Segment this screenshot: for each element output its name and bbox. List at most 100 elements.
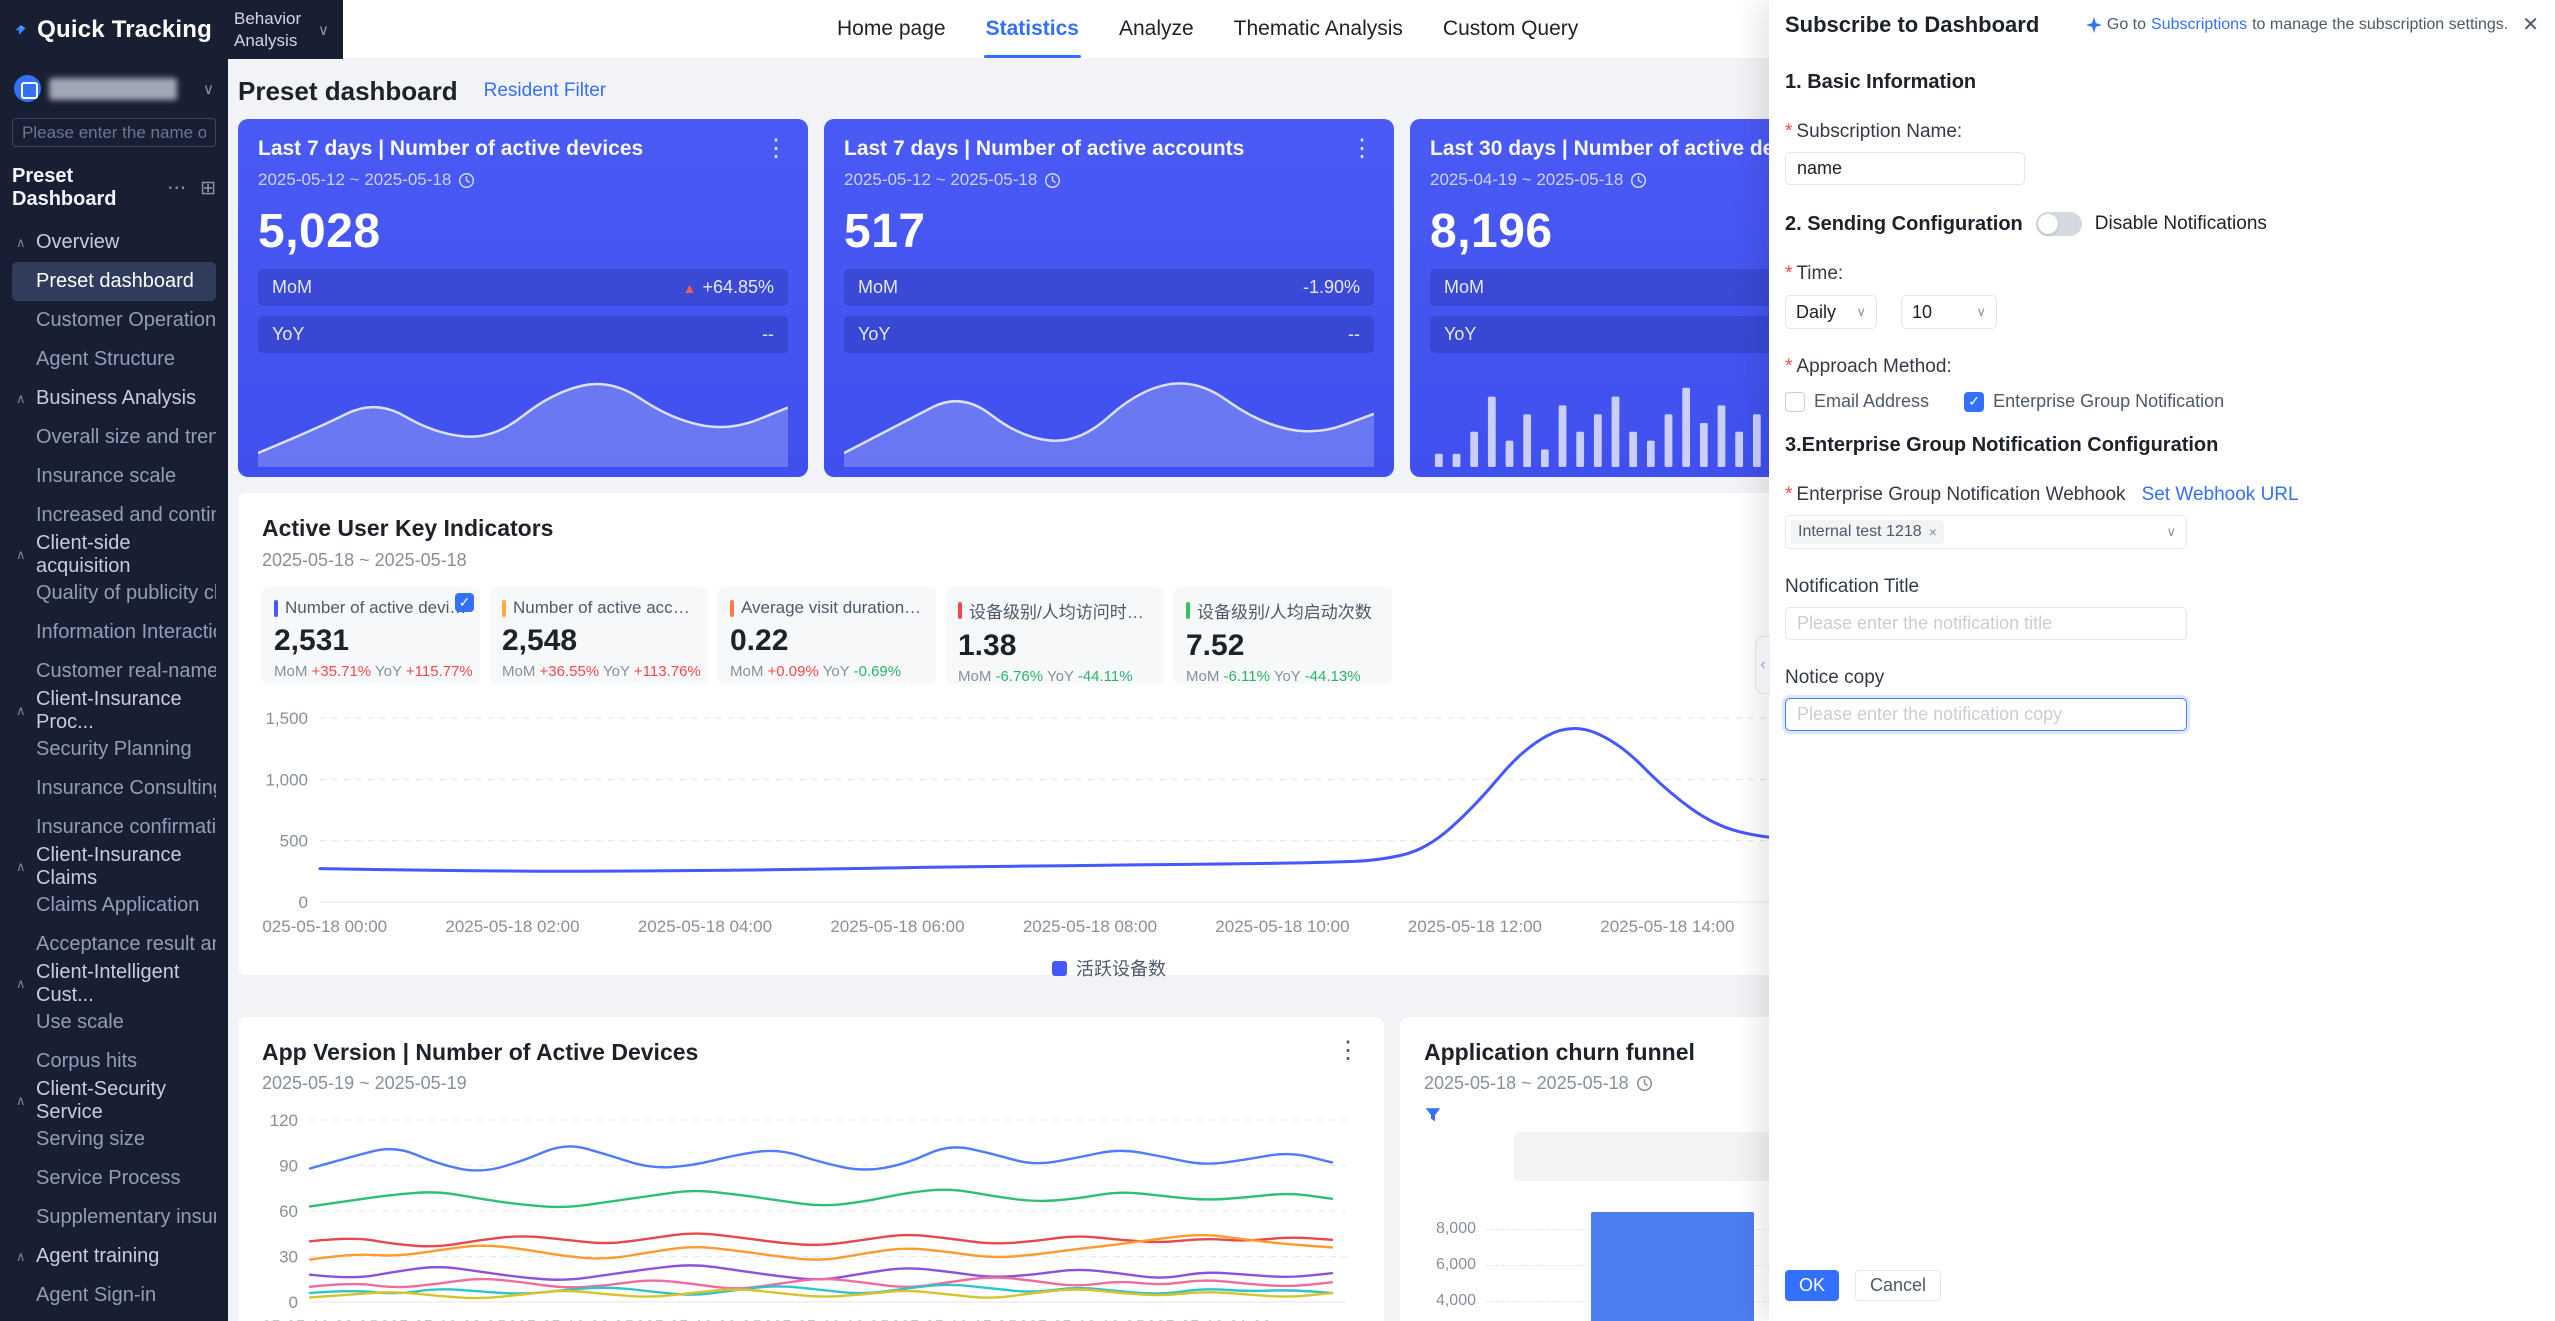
tree-item-overall-size-and-trends[interactable]: Overall size and trends: [12, 418, 216, 457]
kebab-menu-icon[interactable]: ⋮: [1336, 1039, 1360, 1063]
nav-thematic-analysis[interactable]: Thematic Analysis: [1232, 0, 1405, 58]
tree-node-client-insurance-claims[interactable]: ∧Client-Insurance Claims: [12, 847, 216, 886]
webhook-label: *Enterprise Group Notification Webhook: [1785, 484, 2126, 506]
subscription-name-input[interactable]: [1785, 152, 2025, 185]
workspace-avatar: [14, 75, 41, 102]
ok-button[interactable]: OK: [1785, 1270, 1839, 1301]
close-icon[interactable]: ✕: [2522, 12, 2539, 37]
caret-up-icon: ∧: [16, 1249, 36, 1265]
stat-card-date-range: 2025-05-12 ~ 2025-05-18: [258, 170, 788, 190]
kpi-card-[interactable]: 设备级别/人均启动次数7.52MoM -6.11% YoY -44.13%: [1174, 587, 1392, 684]
tree-node-client-intelligent-cust[interactable]: ∧Client-Intelligent Cust...: [12, 964, 216, 1003]
cancel-button[interactable]: Cancel: [1855, 1270, 1941, 1301]
kpi-label: Average visit duration (minutes): [741, 598, 924, 618]
chart-legend[interactable]: 活跃设备数: [262, 955, 1956, 981]
svg-text:2025-05-18 04:00: 2025-05-18 04:00: [638, 917, 772, 936]
tree-item-customer-operations[interactable]: Customer Operations: [12, 301, 216, 340]
yoy-row: YoY--: [844, 316, 1374, 353]
funnel-ytick-label: 4,000: [1424, 1292, 1476, 1310]
sidebar-search-input[interactable]: [12, 118, 216, 147]
tree-item-increased-and-continu[interactable]: Increased and continu...: [12, 496, 216, 535]
webhook-tag: Internal test 1218 ×: [1791, 520, 1944, 544]
kpi-label-row: Number of active accounts: [502, 598, 696, 618]
tree-item-supplementary-insura[interactable]: Supplementary insura...: [12, 1198, 216, 1237]
tree-item-quality-of-publicity-ch[interactable]: Quality of publicity ch...: [12, 574, 216, 613]
tree-node-client-security-service[interactable]: ∧Client-Security Service: [12, 1081, 216, 1120]
notification-title-input[interactable]: [1785, 607, 2187, 640]
svg-text:1,500: 1,500: [265, 709, 308, 728]
subscription-name-label-text: Subscription Name:: [1796, 121, 1962, 142]
funnel-bar[interactable]: [1591, 1212, 1754, 1321]
tree-item-agent-structure[interactable]: Agent Structure: [12, 340, 216, 379]
email-address-checkbox[interactable]: [1785, 392, 1805, 412]
kpi-card-[interactable]: 设备级别/人均访问时长（分钟）1.38MoM -6.76% YoY -44.11…: [946, 587, 1164, 684]
kebab-menu-icon[interactable]: ⋮: [1350, 137, 1374, 161]
more-icon[interactable]: ⋯: [167, 177, 186, 200]
drawer-collapse-handle[interactable]: ‹: [1755, 636, 1770, 694]
checked-checkbox-icon[interactable]: ✓: [455, 593, 474, 612]
subscriptions-link[interactable]: Subscriptions: [2151, 16, 2247, 34]
yoy-value: -0.69%: [854, 663, 902, 680]
tree-item-insurance-confirmatio[interactable]: Insurance confirmatio...: [12, 808, 216, 847]
kpi-card-number-of-active-devices[interactable]: Number of active devices✓2,531MoM +35.71…: [262, 587, 480, 684]
nav-custom-query[interactable]: Custom Query: [1441, 0, 1580, 58]
product-switcher[interactable]: Behavior Analysis ∨: [234, 8, 329, 51]
kpi-accent-bar: [502, 600, 506, 617]
tree-item-serving-size[interactable]: Serving size: [12, 1120, 216, 1159]
tree-item-security-planning[interactable]: Security Planning: [12, 730, 216, 769]
enterprise-group-checkbox[interactable]: ✓: [1964, 392, 1984, 412]
tree-item-claims-application[interactable]: Claims Application: [12, 886, 216, 925]
kpi-card-average-visit-duration-minutes[interactable]: Average visit duration (minutes)0.22MoM …: [718, 587, 936, 684]
tree-node-client-side-acquisition[interactable]: ∧Client-side acquisition: [12, 535, 216, 574]
tree-item-agent-sign-in[interactable]: Agent Sign-in: [12, 1276, 216, 1315]
tree-item-preset-dashboard[interactable]: Preset dashboard: [12, 262, 216, 301]
tree-item-insurance-scale[interactable]: Insurance scale: [12, 457, 216, 496]
time-label: *Time:: [1785, 263, 2539, 285]
disable-notifications-toggle[interactable]: [2036, 212, 2082, 236]
tree-item-information-interactio[interactable]: Information Interactio...: [12, 613, 216, 652]
tree-item-customer-real-name-a[interactable]: Customer real-name a...: [12, 652, 216, 691]
yoy-label: YoY: [858, 324, 890, 345]
set-webhook-url-link[interactable]: Set Webhook URL: [2142, 484, 2299, 506]
kebab-menu-icon[interactable]: ⋮: [764, 137, 788, 161]
yoy-value: +113.76%: [634, 663, 701, 680]
kpi-delta-row: MoM +35.71% YoY +115.77%: [274, 663, 468, 680]
tree-node-agent-training[interactable]: ∧Agent training: [12, 1237, 216, 1276]
svg-text:2025-05-18 06:00: 2025-05-18 06:00: [830, 917, 964, 936]
tree-item-insurance-consulting[interactable]: Insurance Consulting: [12, 769, 216, 808]
stat-card-title: Last 30 days | Number of active devices: [1430, 137, 1827, 161]
hour-select[interactable]: 10 ∨: [1901, 295, 1997, 329]
kpi-card-number-of-active-accounts[interactable]: Number of active accounts2,548MoM +36.55…: [490, 587, 708, 684]
email-address-label[interactable]: Email Address: [1814, 391, 1929, 412]
tree-item-service-process[interactable]: Service Process: [12, 1159, 216, 1198]
workspace-selector[interactable]: ∨: [12, 73, 216, 102]
tree-item-use-scale[interactable]: Use scale: [12, 1003, 216, 1042]
mom-row: MoM-1.90%: [844, 269, 1374, 306]
tree-node-business-analysis[interactable]: ∧Business Analysis: [12, 379, 216, 418]
kpi-label-row: Average visit duration (minutes): [730, 598, 924, 618]
tree-node-client-insurance-proc[interactable]: ∧Client-Insurance Proc...: [12, 691, 216, 730]
nav-analyze[interactable]: Analyze: [1117, 0, 1196, 58]
mom-label: MoM: [1186, 668, 1224, 685]
tree-node-label: Client-Insurance Proc...: [36, 688, 216, 734]
nav-statistics[interactable]: Statistics: [984, 0, 1081, 58]
webhook-select[interactable]: Internal test 1218 × ∨: [1785, 515, 2187, 549]
yoy-value: -44.11%: [1078, 668, 1133, 685]
required-asterisk: *: [1785, 484, 1792, 505]
tree-node-label: Client-Security Service: [36, 1078, 216, 1124]
enterprise-group-label[interactable]: Enterprise Group Notification: [1993, 391, 2224, 412]
tree-item-acceptance-result-ana[interactable]: Acceptance result ana...: [12, 925, 216, 964]
tree-item-corpus-hits[interactable]: Corpus hits: [12, 1042, 216, 1081]
nav-home-page[interactable]: Home page: [835, 0, 948, 58]
tree-node-label: Overview: [36, 231, 119, 254]
caret-up-icon: ∧: [16, 703, 36, 719]
tag-remove-icon[interactable]: ×: [1929, 524, 1937, 540]
yoy-value: +115.77%: [406, 663, 473, 680]
tree-node-overview[interactable]: ∧Overview: [12, 223, 216, 262]
frequency-select[interactable]: Daily ∨: [1785, 295, 1877, 329]
note-prefix: Go to: [2107, 16, 2146, 34]
svg-text:120: 120: [270, 1111, 298, 1130]
notice-copy-input[interactable]: [1785, 698, 2187, 731]
expand-panel-icon[interactable]: ⊞: [200, 177, 216, 200]
resident-filter-link[interactable]: Resident Filter: [484, 80, 607, 102]
